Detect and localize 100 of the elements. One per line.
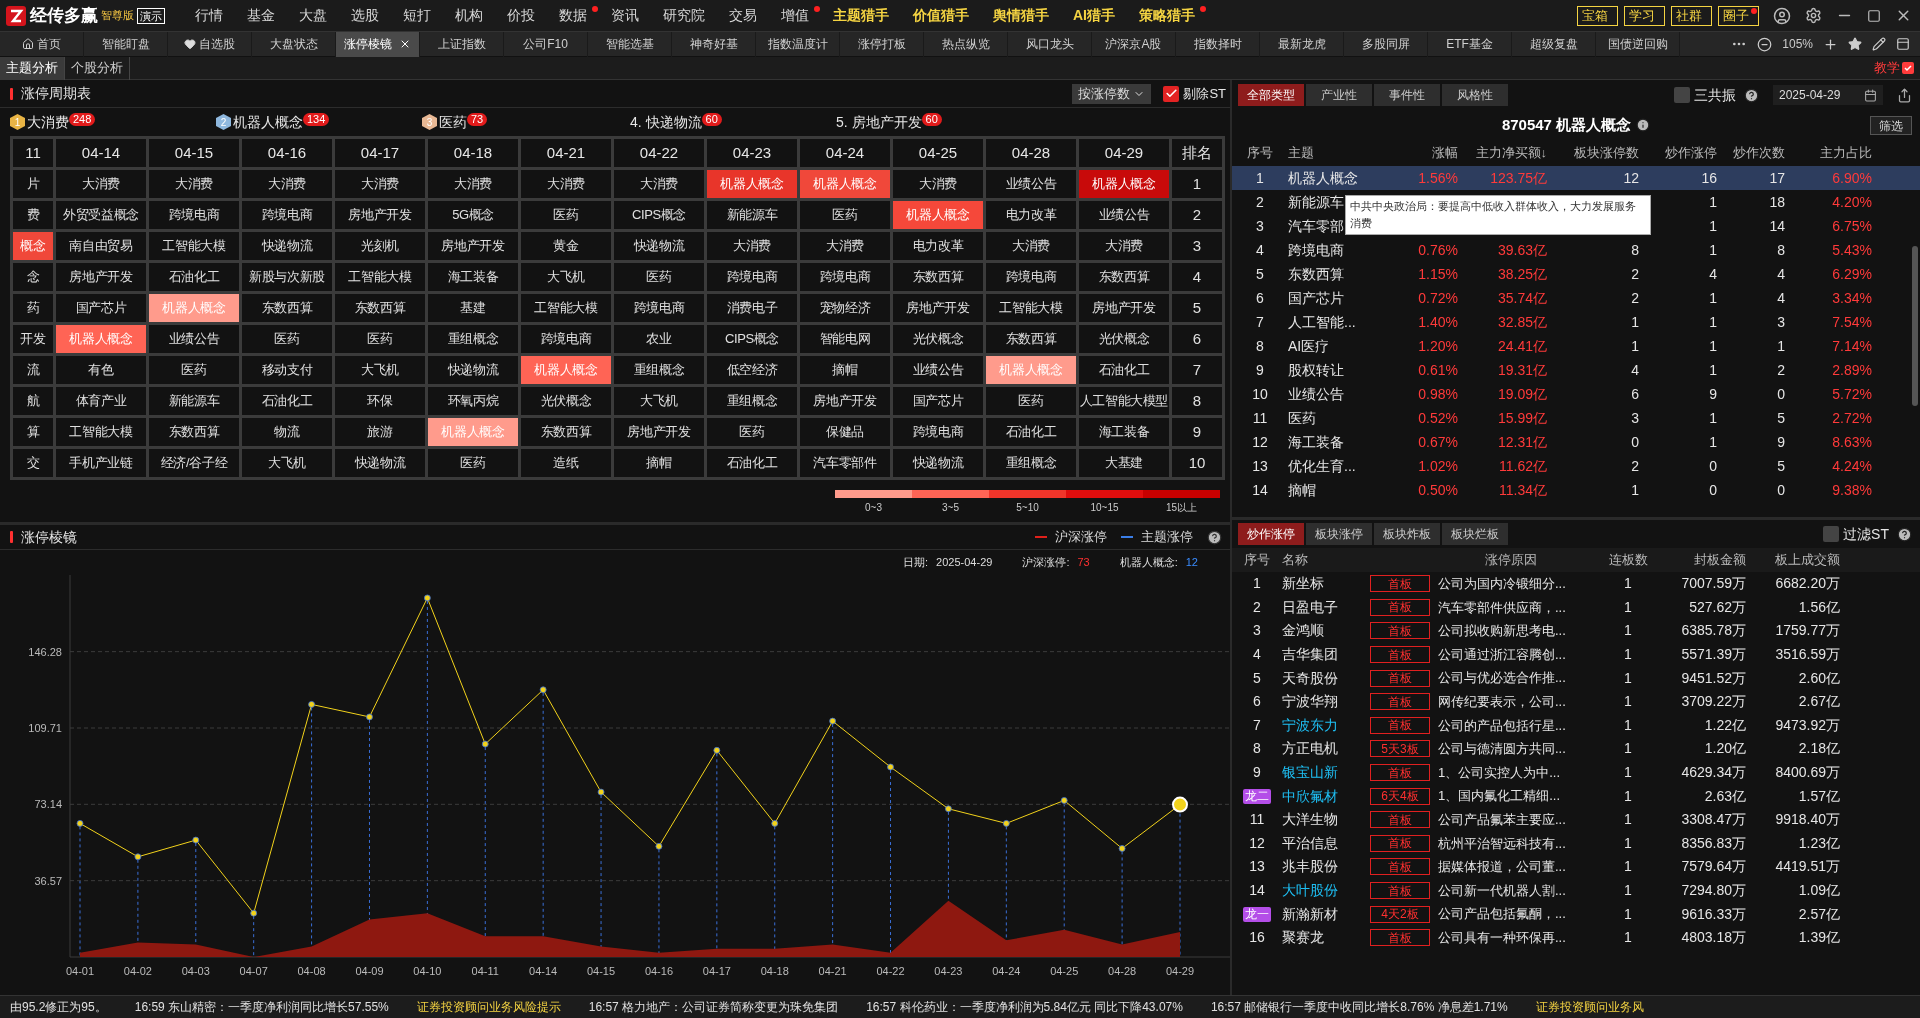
news-item[interactable]: 由95.2修正为95。 [10, 998, 107, 1016]
menu-item[interactable]: 短打 [391, 5, 443, 26]
tab[interactable]: 沪深京A股 [1092, 31, 1176, 57]
close-icon[interactable] [399, 38, 411, 50]
checkbox[interactable] [1823, 526, 1840, 542]
stock-name[interactable]: 聚赛龙 [1282, 927, 1324, 949]
stock-name[interactable]: 宁波东力 [1282, 714, 1338, 736]
tab[interactable]: 智能盯盘 [84, 31, 168, 57]
table-cell-text: 1 [1709, 432, 1717, 452]
news-item[interactable]: 证券投资顾问业务风 [1535, 998, 1644, 1016]
stock-name[interactable]: 金鸿顺 [1282, 620, 1324, 642]
stock-name[interactable]: 平治信息 [1282, 832, 1338, 854]
tab[interactable]: 多股同屏 [1344, 31, 1428, 57]
filter-button[interactable]: 筛选 [1870, 115, 1912, 135]
menu-item[interactable]: 策略猎手 [1127, 5, 1207, 26]
table-cell: 跨境电商 [986, 263, 1076, 291]
menu-item[interactable]: 主题猎手 [821, 5, 901, 26]
news-item[interactable]: 16:59 东山精密：一季度净利润同比增长57.55% [134, 998, 389, 1016]
quick-button[interactable]: 宝箱 [1577, 5, 1618, 26]
tab[interactable]: 最新龙虎 [1260, 31, 1344, 57]
menu-item[interactable]: 大盘 [287, 5, 339, 26]
menu-item[interactable]: 价投 [495, 5, 547, 26]
help-icon[interactable] [1897, 526, 1912, 542]
menu-item[interactable]: 基金 [235, 5, 287, 26]
menu-item[interactable]: 机构 [443, 5, 495, 26]
table-cell: 光伏概念 [893, 325, 983, 353]
stock-name[interactable]: 新瀚新材 [1282, 903, 1338, 925]
edit-icon[interactable] [1872, 37, 1886, 51]
menu-item[interactable]: 价值猎手 [901, 5, 981, 26]
menu-item[interactable]: 舆情猎手 [981, 5, 1061, 26]
sort-dropdown[interactable]: 按涨停数 [1072, 83, 1152, 104]
table-cell: 大消费 [521, 170, 611, 198]
tab[interactable]: 首页 [0, 31, 84, 57]
quick-button[interactable]: 圈子 [1718, 5, 1759, 26]
panel-tab[interactable]: 板块炸板 [1374, 523, 1440, 545]
quick-button[interactable]: 学习 [1624, 5, 1665, 26]
tab[interactable]: 国债逆回购 [1596, 31, 1680, 57]
maximize-icon[interactable] [1867, 8, 1881, 23]
stock-name[interactable]: 日盈电子 [1282, 596, 1338, 618]
stock-name[interactable]: 银宝山新 [1282, 762, 1338, 784]
avatar-icon[interactable] [1773, 6, 1791, 25]
quick-button[interactable]: 社群 [1671, 5, 1712, 26]
tab[interactable]: 风口龙头 [1008, 31, 1092, 57]
date-field[interactable]: 2025-04-29 [1773, 85, 1883, 105]
stock-name[interactable]: 吉华集团 [1282, 644, 1338, 666]
stock-name[interactable]: 宁波华翔 [1282, 691, 1338, 713]
teach-link[interactable]: 教学 [1874, 58, 1900, 78]
menu-item[interactable]: 资讯 [599, 5, 651, 26]
panel-tab[interactable]: 产业性 [1306, 84, 1372, 106]
panel-tab[interactable]: 风格性 [1442, 84, 1508, 106]
tab[interactable]: 涨停棱镜 [336, 31, 420, 57]
help-icon[interactable] [1744, 87, 1759, 103]
tab[interactable]: 自选股 [168, 31, 252, 57]
checkbox[interactable] [1163, 85, 1180, 102]
menu-item[interactable]: 交易 [717, 5, 769, 26]
selected-row[interactable]: 1 机器人概念 1.56% 123.75亿 12 16 17 6.90% [1232, 166, 1920, 190]
stock-name[interactable]: 大叶股份 [1282, 880, 1338, 901]
tab[interactable]: 公司F10 [504, 31, 588, 57]
limit-reason: 公司为国内冷锻细分... [1438, 575, 1566, 594]
tab[interactable]: 热点纵览 [924, 31, 1008, 57]
tab[interactable]: 涨停打板 [840, 31, 924, 57]
export-icon[interactable] [1897, 87, 1912, 103]
menu-item[interactable]: 行情 [183, 5, 235, 26]
news-item[interactable]: 16:57 科伦药业：一季度净利润为5.84亿元 同比下降43.07% [866, 998, 1183, 1016]
menu-item[interactable]: 数据 [547, 5, 599, 26]
news-item[interactable]: 16:57 邮储银行一季度中收同比增长8.76% 净息差1.71% [1210, 998, 1508, 1016]
settings-icon[interactable] [1805, 7, 1822, 24]
tab[interactable]: 指数择时 [1176, 31, 1260, 57]
tab[interactable]: 上证指数 [420, 31, 504, 57]
star-icon[interactable] [1848, 37, 1862, 51]
news-item[interactable]: 16:57 格力地产：公司证券简称变更为珠免集团 [588, 998, 839, 1016]
sub-tab[interactable]: 主题分析 [0, 56, 65, 80]
stock-name[interactable]: 中欣氟材 [1282, 785, 1338, 807]
stock-name[interactable]: 天奇股份 [1282, 667, 1338, 689]
menu-item[interactable]: 增值 [769, 5, 821, 26]
news-item[interactable]: 证券投资顾问业务风险提示 [416, 998, 561, 1016]
table-cell: 算 [13, 418, 53, 446]
help-icon[interactable] [1207, 529, 1222, 545]
panel-tab[interactable]: 板块涨停 [1306, 523, 1372, 545]
stock-name[interactable]: 新坐标 [1282, 573, 1324, 595]
tab[interactable]: 超级复盘 [1512, 31, 1596, 57]
tab[interactable]: 神奇好基 [672, 31, 756, 57]
menu-item[interactable]: 选股 [339, 5, 391, 26]
zoom-out-icon[interactable] [1757, 36, 1773, 52]
checkbox[interactable] [1674, 87, 1690, 103]
panel-tab[interactable]: 板块烂板 [1442, 523, 1508, 545]
stock-name[interactable]: 大洋生物 [1282, 809, 1338, 831]
stock-name[interactable]: 兆丰股份 [1282, 856, 1338, 878]
panel-tab[interactable]: 炒作涨停 [1238, 523, 1304, 545]
stock-name[interactable]: 方正电机 [1282, 738, 1338, 760]
panel-tab[interactable]: 全部类型 [1238, 84, 1304, 106]
zoom-in-icon[interactable] [1823, 36, 1838, 52]
sub-tab[interactable]: 个股分析 [65, 56, 130, 80]
menu-item[interactable]: 研究院 [651, 5, 717, 26]
panel-tab[interactable]: 事件性 [1374, 84, 1440, 106]
menu-item[interactable]: AI猎手 [1061, 5, 1127, 26]
tab[interactable]: 指数温度计 [756, 31, 840, 57]
layout-icon[interactable] [1896, 37, 1910, 51]
tab[interactable]: ETF基金 [1428, 31, 1512, 57]
tab[interactable]: 智能选基 [588, 31, 672, 57]
